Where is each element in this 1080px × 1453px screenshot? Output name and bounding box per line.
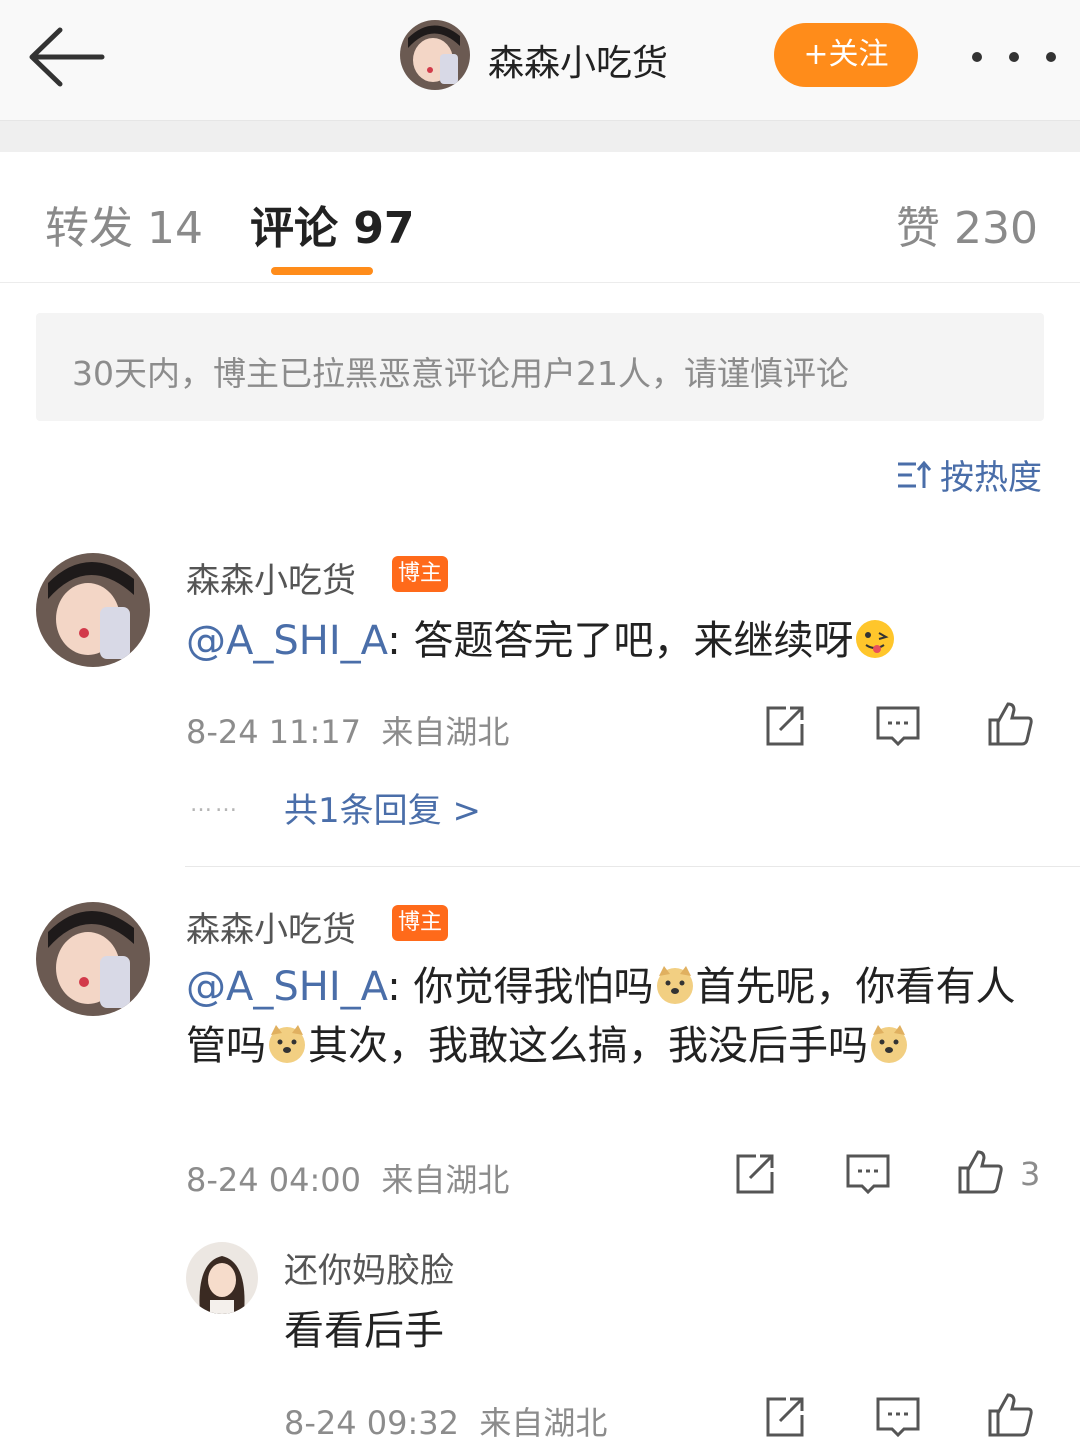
share-icon[interactable] — [760, 702, 808, 750]
tongue-wink-emoji-icon — [855, 620, 894, 658]
doge-emoji-icon — [871, 1025, 907, 1063]
avatar[interactable] — [36, 553, 150, 667]
reply-icon[interactable] — [874, 1393, 922, 1441]
comment-text: @A_SHI_A: 你觉得我怕吗 首先呢，你看有人管吗 其次，我敢这么搞，我没后手吗 — [186, 964, 1016, 1069]
blogger-badge: 博主 — [392, 556, 448, 592]
sort-button[interactable]: 按热度 — [896, 450, 1042, 499]
avatar[interactable] — [186, 1242, 258, 1314]
blogger-badge: 博主 — [392, 905, 448, 941]
comment-time: 8-24 04:00 — [186, 1161, 362, 1199]
notice-banner: 30天内，博主已拉黑恶意评论用户21人，请谨慎评论 — [36, 313, 1044, 421]
tab-reposts[interactable]: 转发 14 — [45, 192, 203, 256]
tab-comments[interactable]: 评论 97 — [250, 192, 415, 256]
follow-button[interactable]: +关注 — [774, 23, 918, 87]
share-icon[interactable] — [730, 1150, 778, 1198]
tab-bar: 转发 14 评论 97 赞 230 — [0, 152, 1080, 283]
section-gap — [0, 121, 1080, 152]
comment-text: 看看后手 — [284, 1308, 444, 1354]
comment-username[interactable]: 森森小吃货 — [186, 553, 356, 602]
header-username[interactable]: 森森小吃货 — [488, 34, 668, 86]
tab-likes[interactable]: 赞 230 — [896, 192, 1038, 256]
doge-emoji-icon — [269, 1025, 305, 1063]
mention-link[interactable]: @A_SHI_A — [186, 964, 387, 1010]
mention-link[interactable]: @A_SHI_A — [186, 618, 387, 664]
like-icon[interactable] — [986, 1391, 1034, 1439]
notice-text: 30天内，博主已拉黑恶意评论用户21人，请谨慎评论 — [72, 354, 849, 393]
top-bar: 森森小吃货 +关注 — [0, 0, 1080, 121]
comment-location: 来自湖北 — [479, 1404, 608, 1442]
active-tab-indicator — [271, 267, 373, 275]
comment-username[interactable]: 森森小吃货 — [186, 902, 356, 951]
share-icon[interactable] — [760, 1393, 808, 1441]
comment-meta: 8-24 09:32 来自湖北 — [284, 1398, 607, 1444]
comment-meta: 8-24 11:17 来自湖北 — [186, 707, 509, 753]
comment-username[interactable]: 还你妈胶脸 — [284, 1243, 454, 1292]
like-count: 3 — [1020, 1155, 1041, 1193]
reply-icon[interactable] — [874, 702, 922, 750]
sort-label: 按热度 — [940, 458, 1042, 498]
replies-dots: …… — [190, 792, 240, 817]
comment-meta: 8-24 04:00 来自湖北 — [186, 1155, 509, 1201]
comment-text: @A_SHI_A: 答题答完了吧，来继续呀 — [186, 612, 1046, 671]
like-icon[interactable] — [986, 700, 1034, 748]
comment-time: 8-24 09:32 — [284, 1404, 460, 1442]
back-arrow-icon[interactable] — [24, 22, 110, 92]
sort-icon — [898, 460, 932, 488]
comment-time: 8-24 11:17 — [186, 713, 362, 751]
comment-location: 来自湖北 — [381, 1161, 510, 1199]
reply-icon[interactable] — [844, 1150, 892, 1198]
view-replies-link[interactable]: 共1条回复 > — [284, 783, 481, 832]
doge-emoji-icon — [656, 966, 693, 1004]
more-dots-icon[interactable] — [972, 40, 1056, 74]
comment-location: 来自湖北 — [381, 713, 510, 751]
avatar[interactable] — [36, 902, 150, 1016]
header-avatar[interactable] — [400, 20, 470, 90]
like-icon[interactable] — [956, 1148, 1004, 1196]
comment-divider — [185, 866, 1080, 867]
